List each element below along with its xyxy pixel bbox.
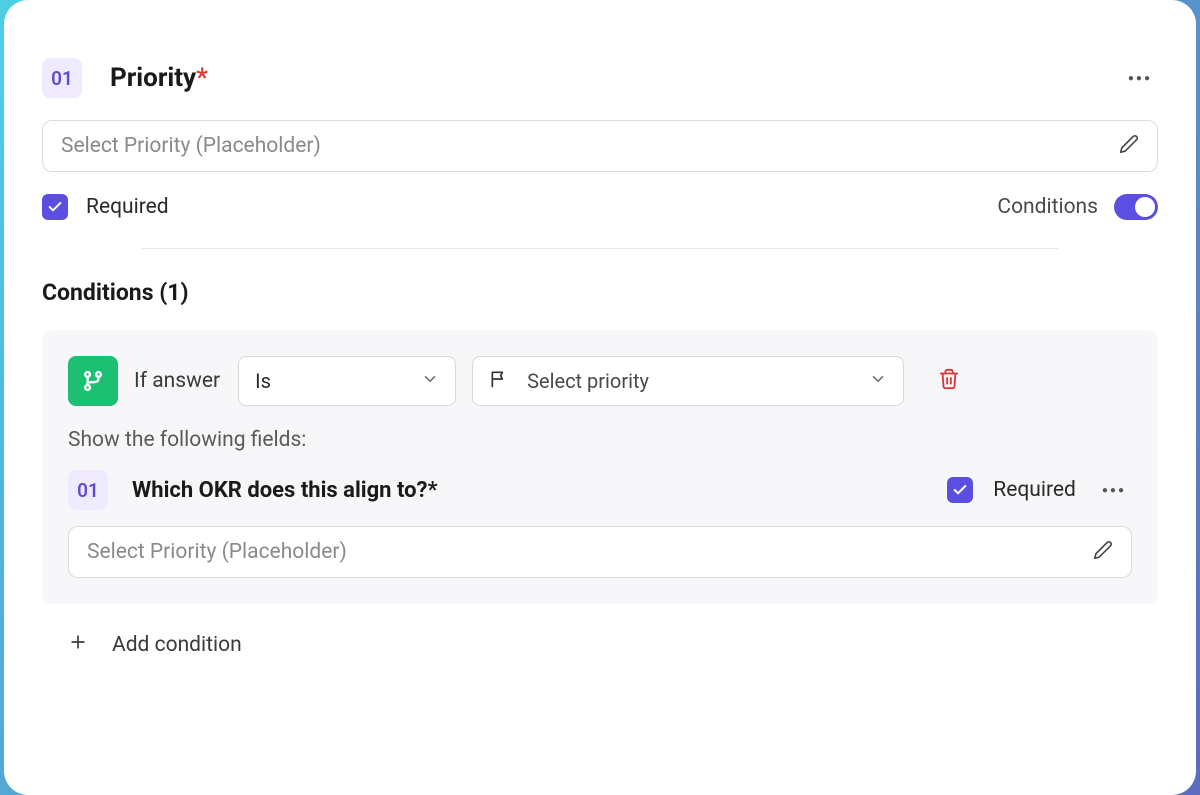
nested-right: Required ●●●	[947, 477, 1132, 503]
required-star: *	[196, 63, 208, 93]
field-title: Priority	[110, 63, 196, 93]
field-header: 01 Priority* ●●●	[42, 58, 1158, 98]
toggle-knob	[1135, 197, 1155, 217]
conditions-toggle[interactable]	[1114, 194, 1158, 220]
chevron-down-icon	[421, 369, 439, 393]
nested-placeholder: Select Priority (Placeholder)	[87, 540, 347, 564]
more-options-icon[interactable]: ●●●	[1096, 479, 1132, 502]
pencil-icon[interactable]	[1119, 134, 1139, 158]
form-field-editor-card: 01 Priority* ●●● Select Priority (Placeh…	[4, 0, 1196, 795]
value-dropdown[interactable]: Select priority	[472, 356, 904, 406]
if-answer-label: If answer	[134, 369, 220, 393]
value-dropdown-left: Select priority	[489, 369, 649, 394]
operator-dropdown[interactable]: Is	[238, 356, 456, 406]
chevron-down-icon	[869, 369, 887, 393]
more-options-icon[interactable]: ●●●	[1122, 67, 1158, 90]
condition-block: If answer Is Select priority	[42, 330, 1158, 604]
flag-icon	[489, 369, 509, 394]
priority-select[interactable]: Select Priority (Placeholder)	[42, 120, 1158, 172]
nested-priority-select[interactable]: Select Priority (Placeholder)	[68, 526, 1132, 578]
nested-required-label: Required	[993, 478, 1076, 502]
required-star: *	[427, 478, 437, 503]
required-label: Required	[86, 195, 169, 219]
conditions-toggle-label: Conditions	[997, 195, 1098, 219]
priority-placeholder: Select Priority (Placeholder)	[61, 134, 321, 158]
trash-icon[interactable]	[938, 368, 960, 394]
conditions-header: Conditions (1)	[42, 279, 1158, 306]
required-checkbox[interactable]	[42, 194, 68, 220]
value-placeholder: Select priority	[527, 369, 649, 393]
add-condition-button[interactable]: Add condition	[42, 632, 1158, 658]
nested-number-badge: 01	[68, 470, 108, 510]
plus-icon	[68, 632, 88, 658]
show-fields-label: Show the following fields:	[68, 428, 1132, 452]
field-title-wrap: Priority*	[110, 63, 208, 93]
field-header-left: 01 Priority*	[42, 58, 208, 98]
operator-value: Is	[255, 369, 271, 393]
required-checkbox-wrap: Required	[42, 194, 169, 220]
condition-row: If answer Is Select priority	[68, 356, 1132, 406]
nested-title-wrap: Which OKR does this align to?*	[132, 478, 437, 503]
nested-left: 01 Which OKR does this align to?*	[68, 470, 437, 510]
conditions-toggle-wrap: Conditions	[997, 194, 1158, 220]
field-options-row: Required Conditions	[42, 194, 1158, 220]
nested-field-title: Which OKR does this align to?	[132, 478, 427, 503]
add-condition-label: Add condition	[112, 633, 242, 657]
field-number-badge: 01	[42, 58, 82, 98]
divider	[142, 248, 1058, 249]
branch-icon	[68, 356, 118, 406]
nested-required-checkbox[interactable]	[947, 477, 973, 503]
nested-field-header: 01 Which OKR does this align to?* Requir…	[68, 470, 1132, 510]
pencil-icon[interactable]	[1093, 540, 1113, 564]
